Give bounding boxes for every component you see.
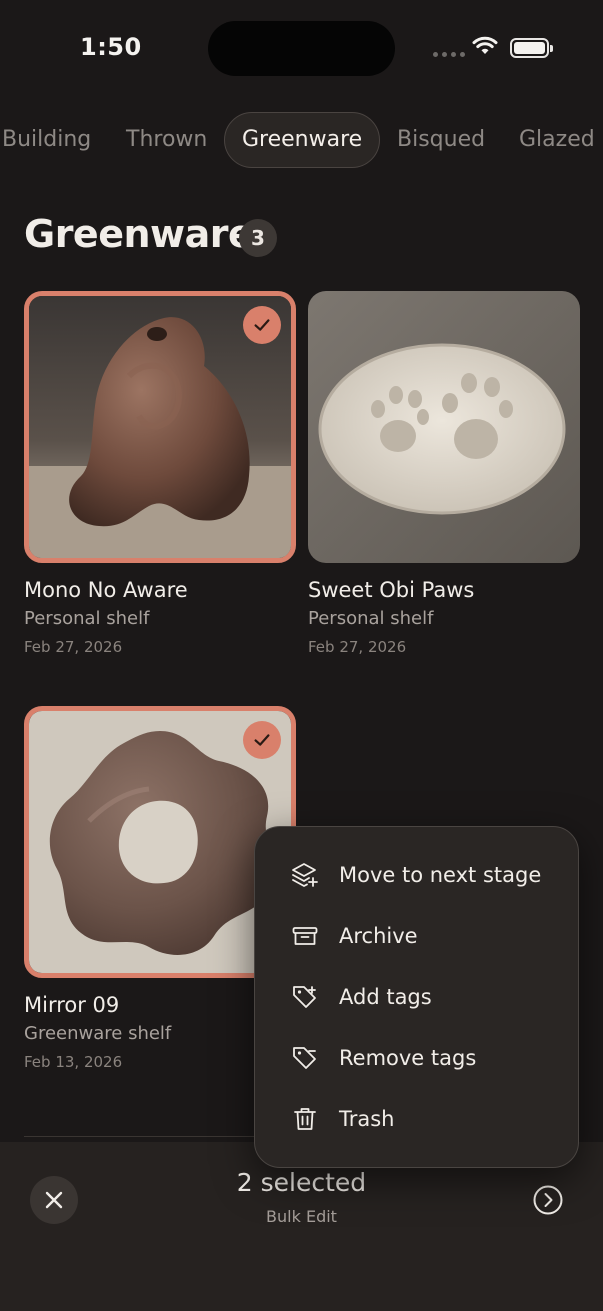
menu-item-archive[interactable]: Archive (255, 908, 580, 964)
stage-tabs: Building Thrown Greenware Bisqued Glazed (0, 112, 603, 168)
trash-icon (289, 1103, 321, 1135)
menu-item-move-to-next-stage[interactable]: Move to next stage (255, 847, 580, 903)
bulk-actions-menu: Move to next stage Archive Add tags Remo… (254, 826, 579, 1168)
tag-plus-icon (289, 981, 321, 1013)
status-bar: 1:50 (0, 0, 603, 100)
tab-glazed[interactable]: Glazed (519, 112, 595, 168)
tab-bisqued[interactable]: Bisqued (397, 112, 485, 168)
selected-count: 2 selected (236, 1168, 367, 1197)
cellular-signal-icon (433, 52, 465, 57)
tab-greenware[interactable]: Greenware (224, 112, 381, 168)
dynamic-island (208, 21, 395, 76)
chevron-right-circle-icon[interactable] (532, 1184, 564, 1216)
paw-print-photo (308, 291, 580, 563)
item-shelf: Personal shelf (308, 608, 434, 629)
selected-check-icon[interactable] (243, 306, 281, 344)
battery-icon (510, 38, 553, 58)
bulk-edit-label: Bulk Edit (266, 1207, 337, 1226)
item-shelf: Personal shelf (24, 608, 150, 629)
tab-building[interactable]: Building (2, 112, 91, 168)
item-card[interactable]: Sweet Obi Paws Personal shelf Feb 27, 20… (308, 291, 580, 661)
menu-item-label: Trash (339, 1107, 395, 1131)
count-badge: 3 (239, 219, 277, 257)
menu-item-trash[interactable]: Trash (255, 1091, 580, 1147)
item-thumbnail[interactable] (308, 291, 580, 563)
layers-plus-icon (289, 859, 321, 891)
page-title: Greenware (24, 212, 254, 256)
item-date: Feb 27, 2026 (308, 638, 407, 656)
status-time: 1:50 (80, 33, 142, 61)
item-date: Feb 27, 2026 (24, 638, 123, 656)
menu-item-label: Remove tags (339, 1046, 477, 1070)
tag-minus-icon (289, 1042, 321, 1074)
wifi-icon (472, 36, 498, 54)
menu-item-add-tags[interactable]: Add tags (255, 969, 580, 1025)
menu-item-label: Archive (339, 924, 418, 948)
menu-item-label: Add tags (339, 985, 432, 1009)
menu-item-label: Move to next stage (339, 863, 542, 887)
item-title: Mono No Aware (24, 578, 188, 602)
tab-thrown[interactable]: Thrown (126, 112, 207, 168)
menu-item-remove-tags[interactable]: Remove tags (255, 1030, 580, 1086)
item-thumbnail[interactable] (24, 291, 296, 563)
item-card[interactable]: Mono No Aware Personal shelf Feb 27, 202… (24, 291, 296, 661)
selected-check-icon[interactable] (243, 721, 281, 759)
item-title: Sweet Obi Paws (308, 578, 475, 602)
archive-icon (289, 920, 321, 952)
